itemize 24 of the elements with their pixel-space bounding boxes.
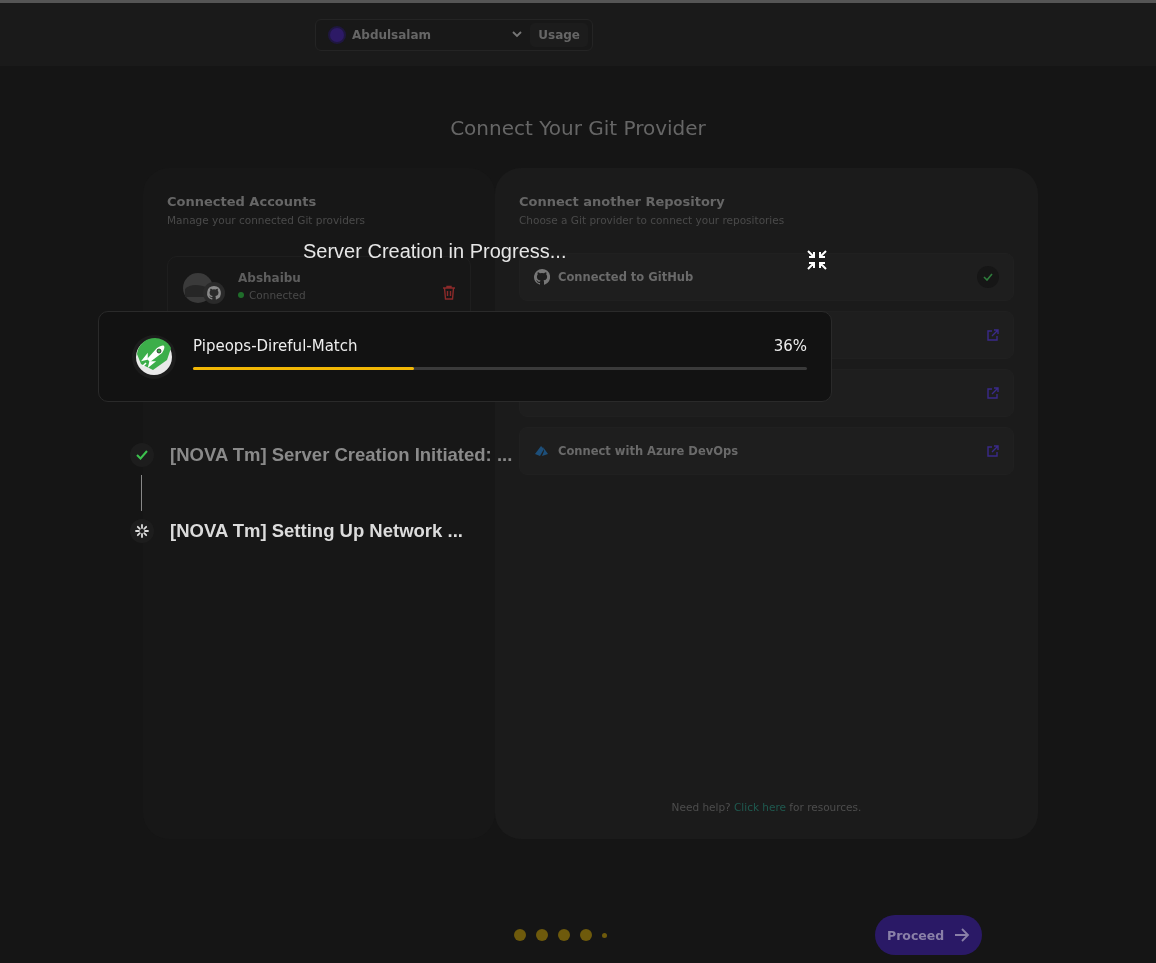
workspace-switcher[interactable]: Abdulsalam Usage	[315, 18, 593, 51]
cloud-icon	[534, 444, 550, 458]
card-title: Connect another Repository	[519, 194, 726, 209]
progress-percent: 36%	[773, 337, 807, 355]
collapse-icon[interactable]	[806, 249, 828, 271]
card-title: Connected Accounts	[167, 194, 318, 209]
arrow-right-icon	[954, 928, 971, 942]
step-label: [NOVA Tm] Setting Up Network ...	[170, 520, 463, 542]
account-name: Abshaibu	[238, 271, 302, 285]
proceed-button[interactable]: Proceed	[875, 915, 983, 955]
github-icon	[534, 269, 550, 285]
server-name: Pipeops-Direful-Match	[193, 337, 358, 355]
provider-label: Connect with Azure DevOps	[558, 444, 739, 458]
rocket-icon	[131, 333, 177, 380]
step-label: [NOVA Tm] Server Creation Initiated: ...	[170, 444, 513, 466]
help-link[interactable]: Click here	[734, 801, 787, 813]
workspace-name: Abdulsalam	[352, 27, 433, 42]
provider-option[interactable]: Connect with Azure DevOps	[519, 427, 1014, 475]
page-title: Connect Your Git Provider	[449, 116, 707, 140]
provider-label: Connected to GitHub	[558, 270, 694, 284]
usage-button[interactable]: Usage	[530, 22, 588, 47]
chevron-down-icon	[512, 31, 523, 38]
avatar-icon	[182, 271, 226, 305]
workspace-avatar-icon	[330, 27, 344, 42]
